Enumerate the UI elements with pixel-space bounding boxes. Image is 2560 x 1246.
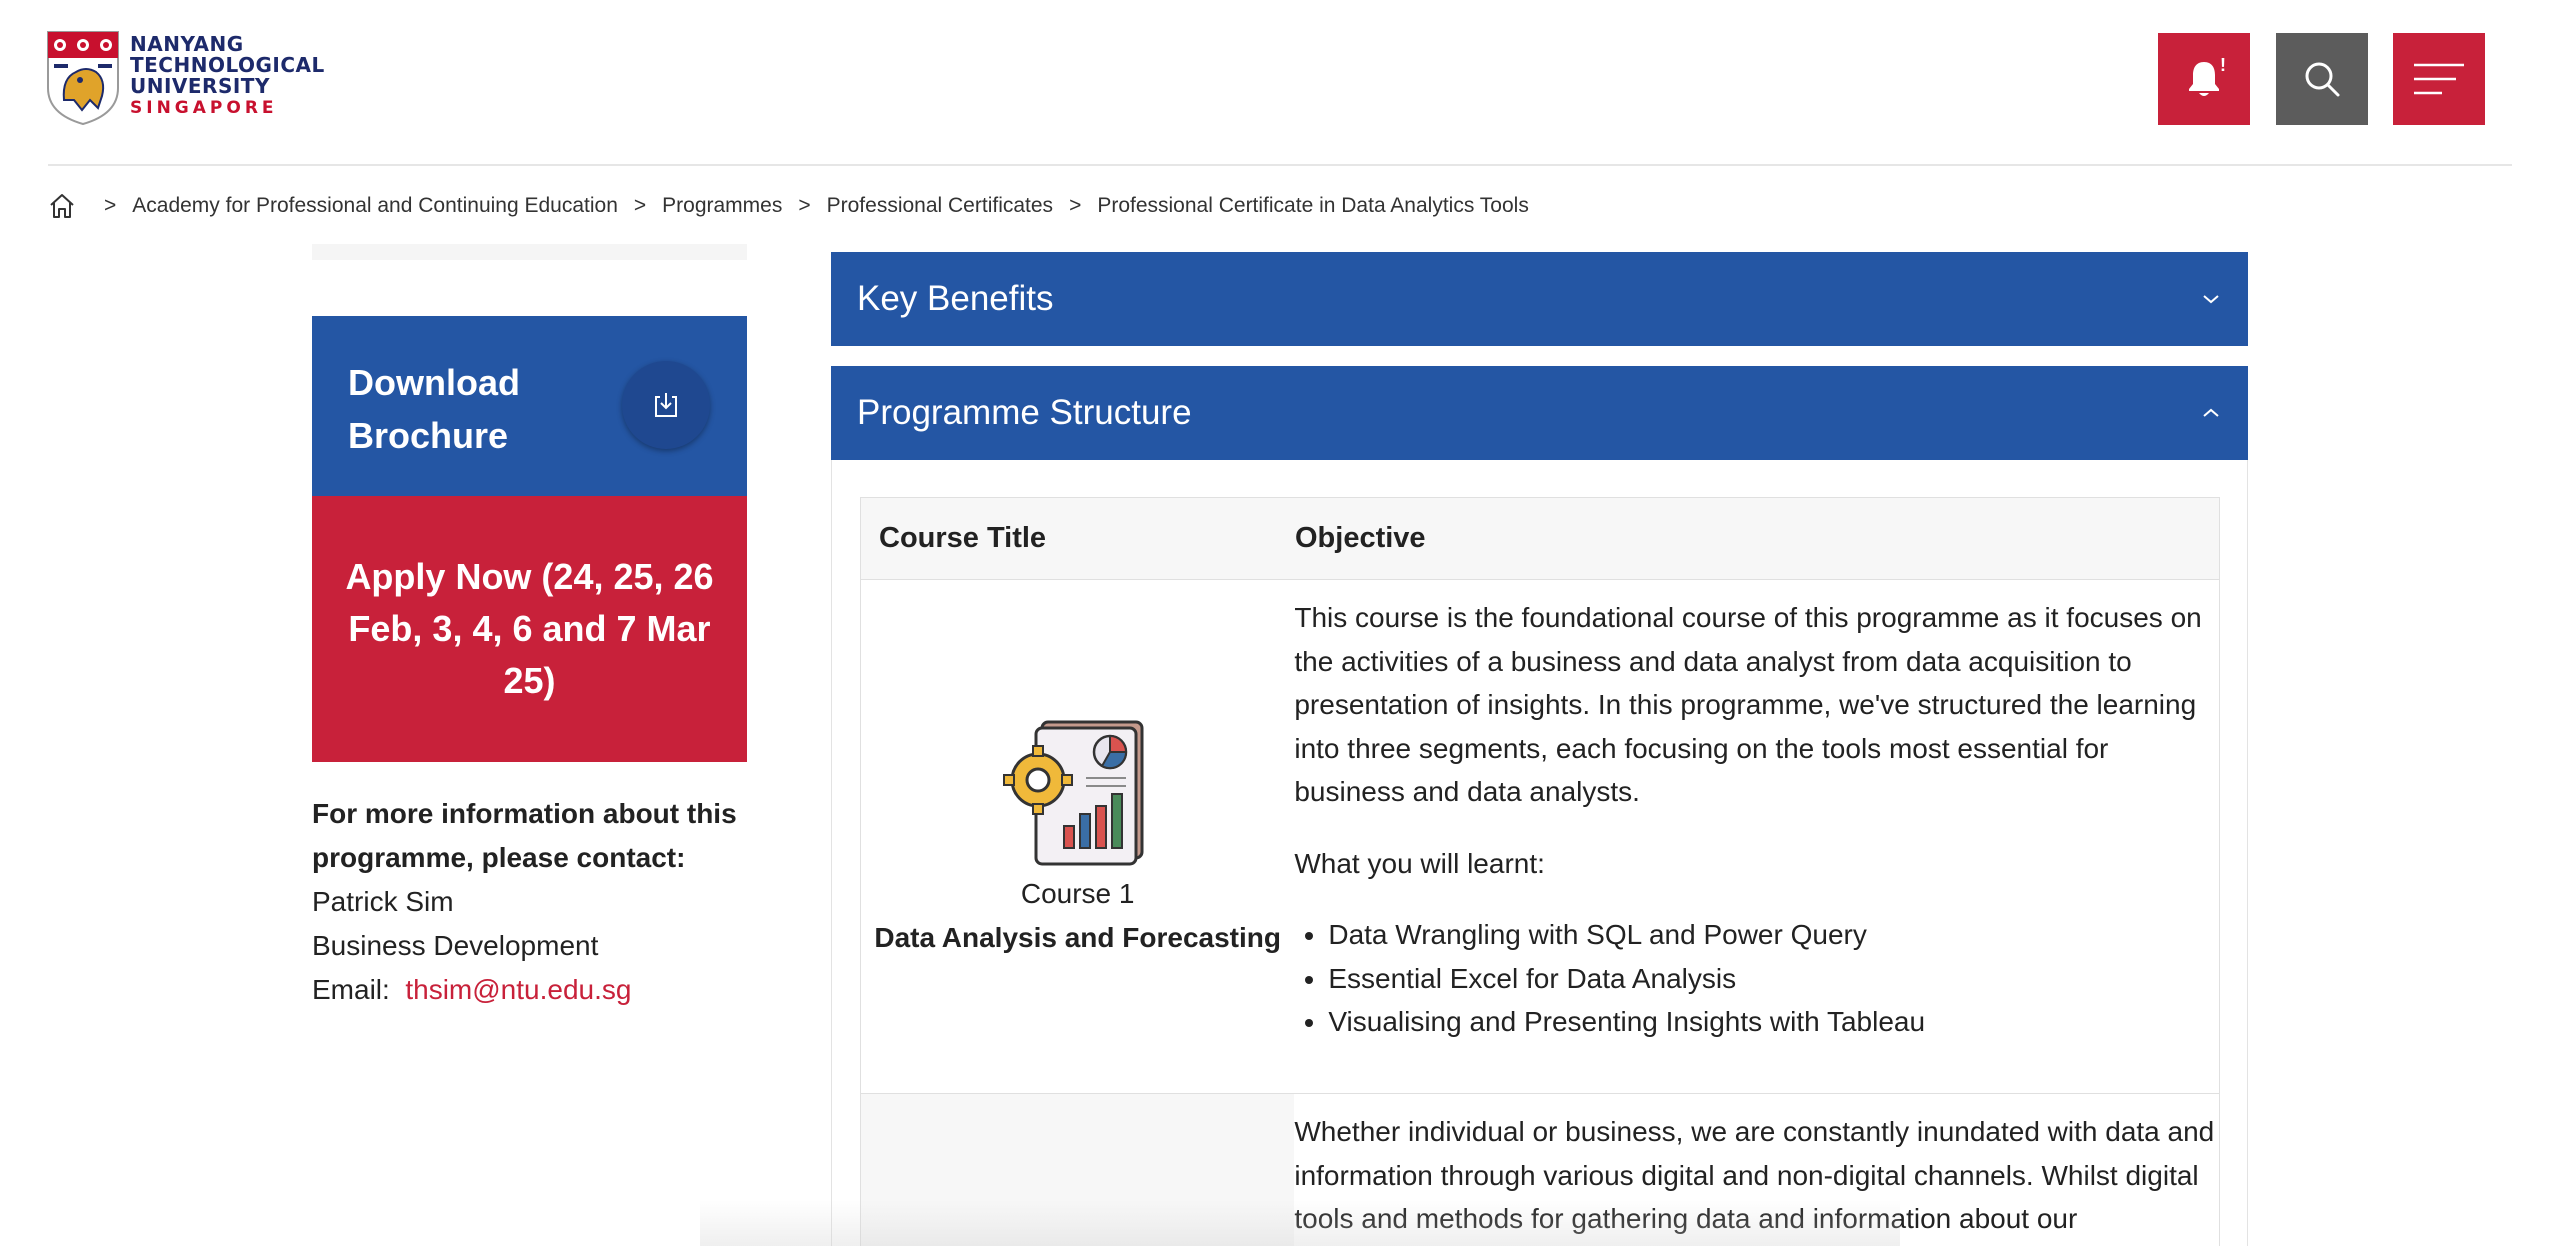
menu-button[interactable] (2393, 33, 2485, 125)
email-label: Email: (312, 974, 390, 1005)
course-number: Course 1 (1020, 877, 1135, 909)
search-icon (2305, 62, 2340, 97)
objective-text: This course is the foundational course o… (1294, 602, 2202, 807)
course-name: Data Analysis and Forecasting (874, 921, 1281, 953)
list-item: Data Wrangling with SQL and Power Query (1328, 913, 2219, 957)
breadcrumb-separator: > (1069, 194, 1082, 217)
learn-list: Data Wrangling with SQL and Power Query … (1294, 913, 2219, 1044)
chevron-up-icon (2203, 408, 2219, 417)
download-icon-circle[interactable] (622, 361, 710, 449)
accordion-key-benefits[interactable]: Key Benefits (831, 252, 2248, 346)
contact-info: For more information about this programm… (312, 792, 772, 1012)
column-header-course-title: Course Title (879, 522, 1047, 554)
search-button[interactable] (2276, 33, 2368, 125)
breadcrumb-link[interactable]: Academy for Professional and Continuing … (132, 194, 618, 218)
breadcrumb-link[interactable]: Programmes (662, 194, 782, 218)
logo-line: UNIVERSITY (130, 74, 270, 98)
sidebar-strip (312, 244, 747, 260)
contact-role: Business Development (312, 930, 599, 961)
logo-line: NANYANG (130, 32, 244, 56)
column-header-objective: Objective (1295, 522, 1426, 554)
breadcrumb: > Academy for Professional and Continuin… (48, 190, 1529, 222)
breadcrumb-link[interactable]: Professional Certificates (827, 194, 1053, 218)
course-table: Course Title Objective Course 1 Data Ana… (860, 497, 2220, 1246)
learn-heading: What you will learnt: (1294, 847, 1545, 879)
download-brochure-button[interactable]: Download Brochure (312, 316, 747, 496)
ntu-logo[interactable]: NANYANG TECHNOLOGICAL UNIVERSITY SINGAPO… (46, 30, 325, 126)
table-header: Course Title Objective (861, 498, 2219, 580)
accordion-title: Key Benefits (857, 279, 1054, 318)
contact-email-row: Email: thsim@ntu.edu.sg (312, 968, 772, 1012)
ntu-crest-icon (47, 31, 119, 126)
breadcrumb-separator: > (633, 194, 647, 217)
breadcrumb-separator: > (104, 194, 117, 217)
logo-line: TECHNOLOGICAL (130, 53, 325, 77)
notification-badge: ! (2220, 55, 2226, 75)
email-link[interactable]: thsim@ntu.edu.sg (405, 974, 631, 1005)
menu-icon (2414, 63, 2464, 95)
bell-icon (2189, 62, 2219, 96)
table-row: Course 1 Data Analysis and Forecasting T… (861, 580, 2219, 1094)
site-header: NANYANG TECHNOLOGICAL UNIVERSITY SINGAPO… (0, 0, 2560, 164)
chevron-down-icon (2203, 295, 2219, 304)
list-item: Essential Excel for Data Analysis (1328, 957, 2219, 1001)
header-divider (48, 164, 2512, 166)
breadcrumb-separator: > (798, 194, 811, 217)
ntu-wordmark: NANYANG TECHNOLOGICAL UNIVERSITY SINGAPO… (130, 34, 325, 119)
accordion-programme-structure[interactable]: Programme Structure (831, 366, 2248, 460)
course-cell: Course 1 Data Analysis and Forecasting (861, 580, 1294, 1093)
objective-cell: This course is the foundational course o… (1294, 580, 2219, 1093)
contact-name: Patrick Sim (312, 886, 454, 917)
list-item: Visualising and Presenting Insights with… (1328, 1000, 2219, 1044)
apply-now-button[interactable]: Apply Now (24, 25, 26 Feb, 3, 4, 6 and 7… (312, 496, 747, 762)
contact-heading: For more information about this programm… (312, 798, 737, 873)
download-brochure-label: Download Brochure (348, 362, 520, 456)
scroll-shadow (700, 1200, 1900, 1246)
report-analytics-icon (1002, 720, 1144, 865)
home-icon[interactable] (48, 192, 76, 220)
apply-now-label: Apply Now (24, 25, 26 Feb, 3, 4, 6 and 7… (345, 556, 714, 701)
logo-country: SINGAPORE (130, 98, 278, 118)
download-icon (655, 393, 677, 417)
accordion-title: Programme Structure (857, 393, 1192, 432)
breadcrumb-current[interactable]: Professional Certificate in Data Analyti… (1097, 194, 1528, 218)
notification-button[interactable]: ! (2158, 33, 2250, 125)
